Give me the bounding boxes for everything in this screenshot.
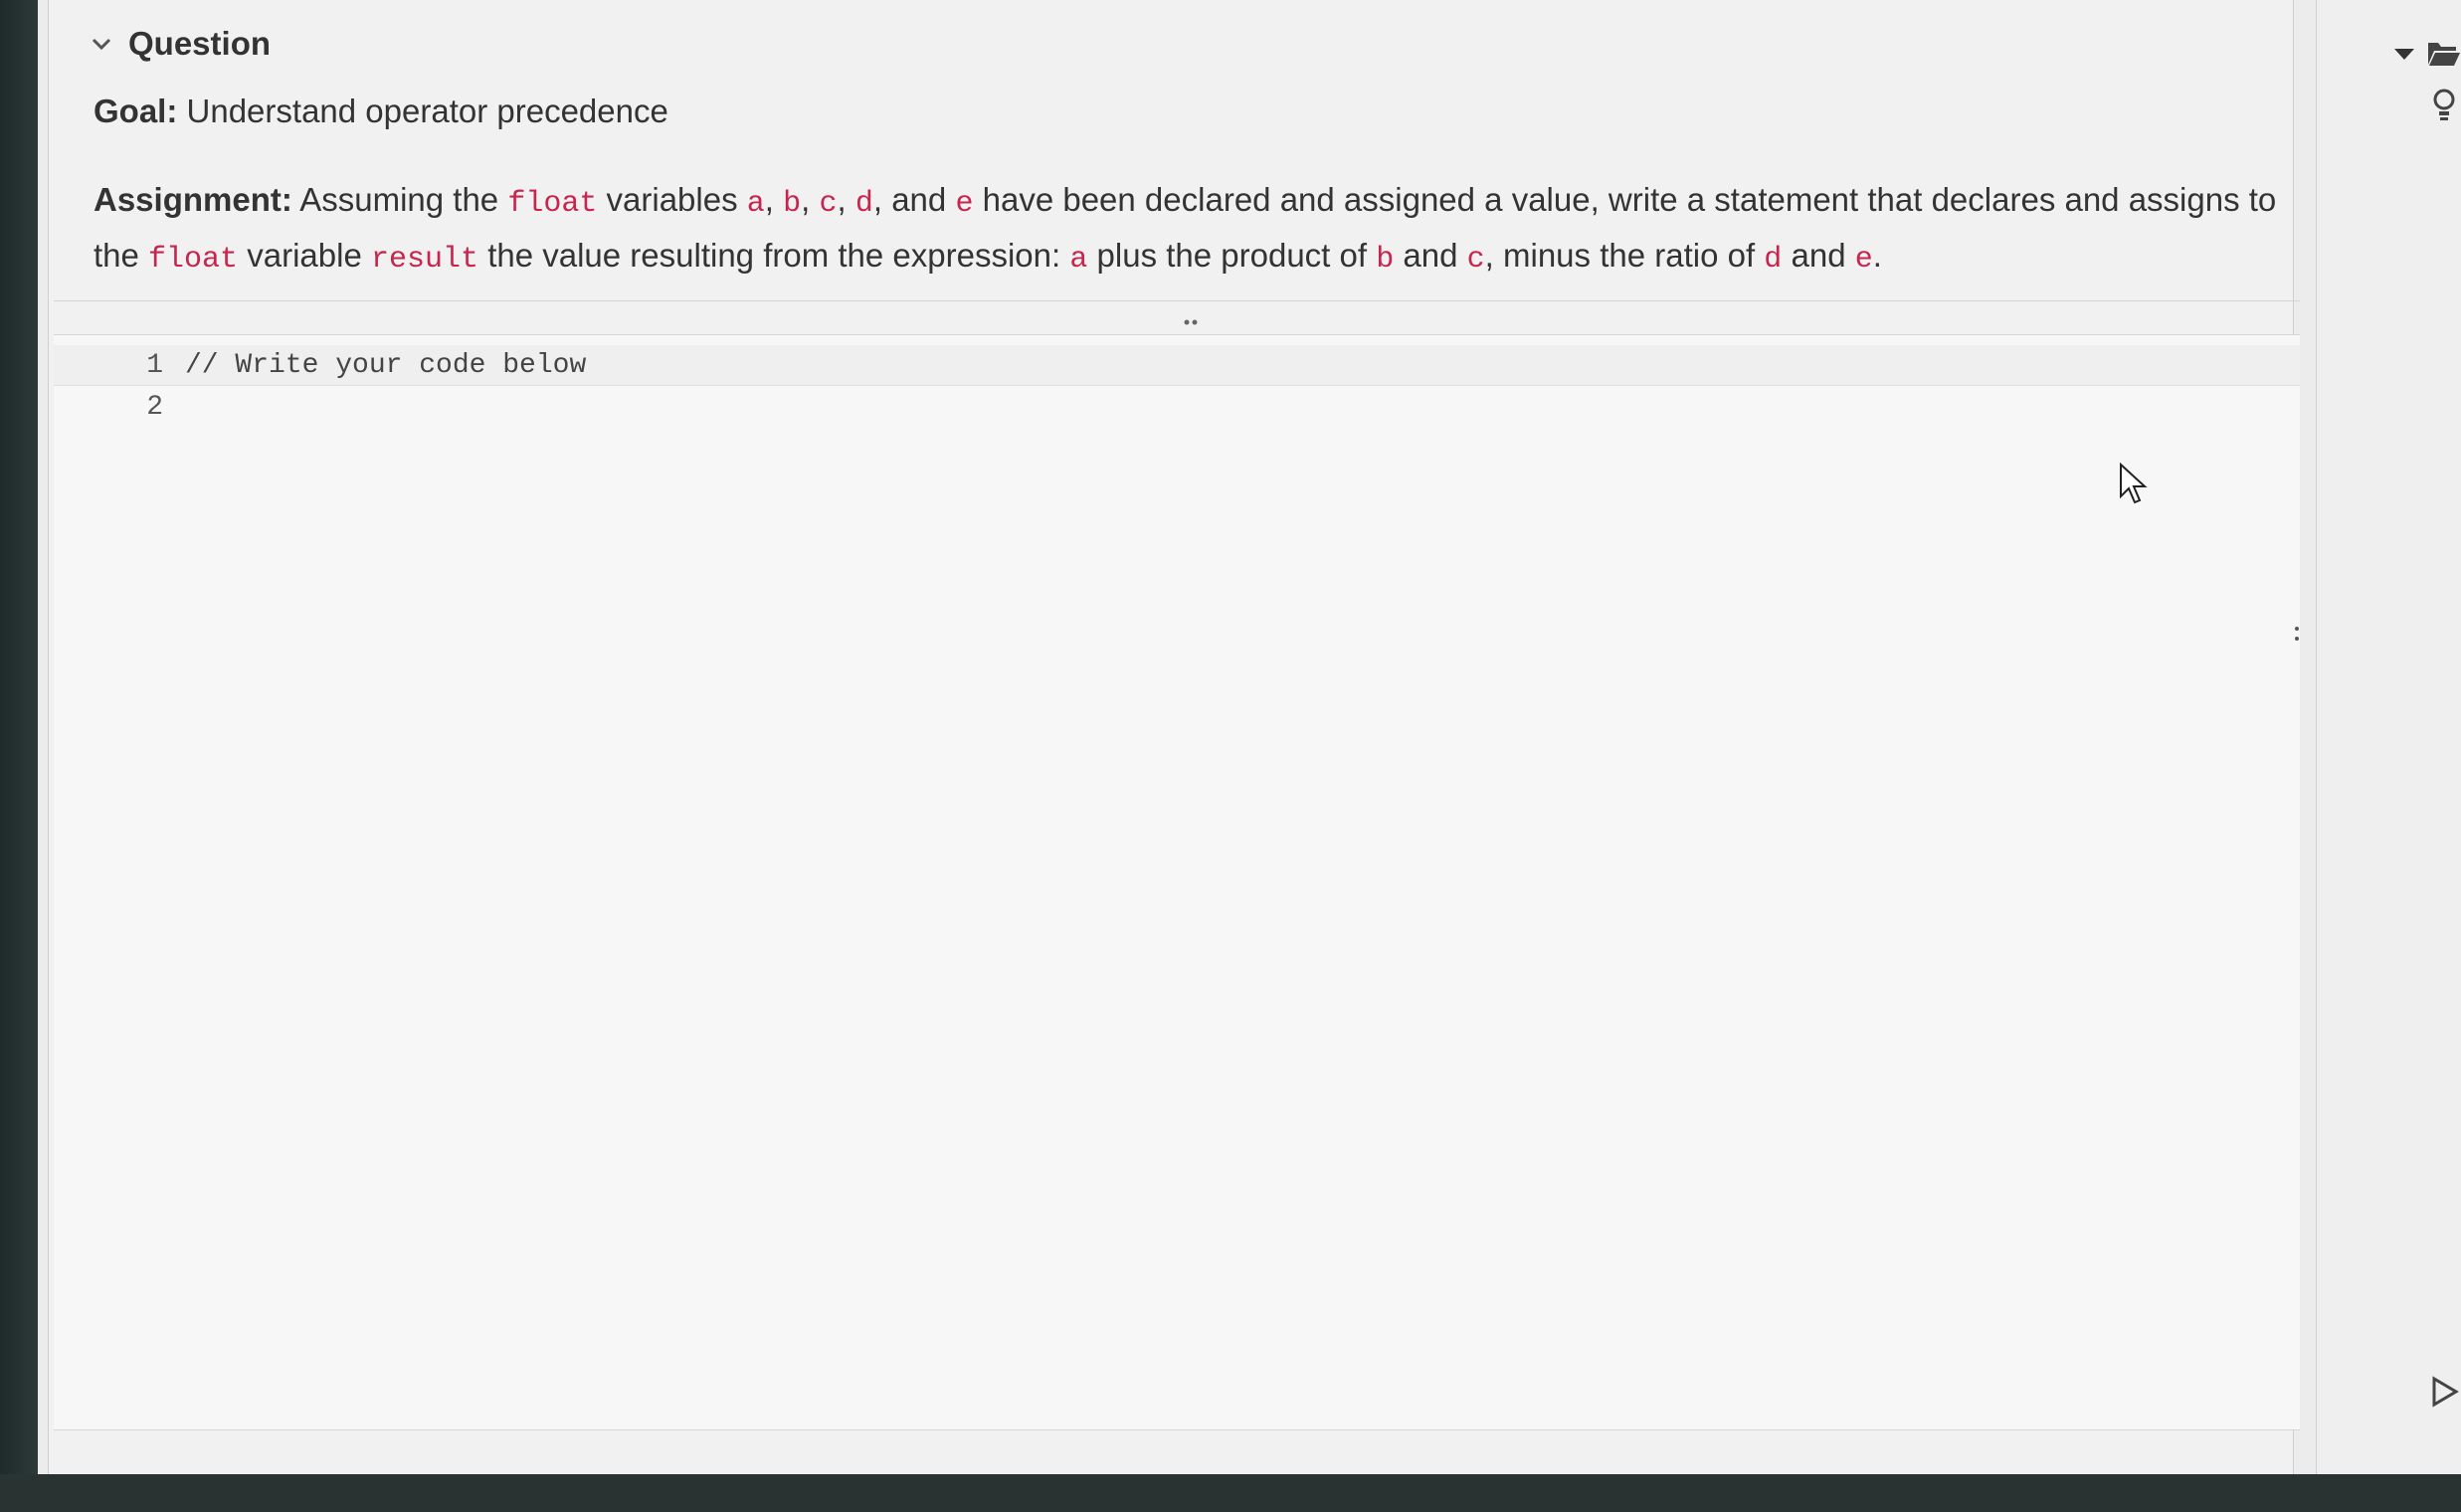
code-c: c [1466,243,1485,277]
goal-label: Goal: [94,93,178,129]
code-e: e [955,187,974,221]
code-a: a [1069,243,1088,277]
goal-line: Goal: Understand operator precedence [94,93,668,130]
code-float: float [507,187,598,221]
goal-text: Understand operator precedence [186,93,668,129]
folder-open-icon[interactable] [2426,38,2461,68]
assignment-text-6: the value resulting from the expression: [487,237,1061,274]
question-title: Question [128,25,272,62]
resize-handle-icon[interactable] [1178,316,1204,328]
code-d: d [854,187,873,221]
monitor-bezel-left [0,0,38,1512]
code-float: float [148,243,239,277]
code-c: c [819,187,838,221]
code-e: e [1854,243,1873,277]
comma: , [837,181,847,218]
code-b: b [1376,243,1395,277]
lightbulb-icon[interactable] [2430,88,2458,123]
comma: , [764,181,774,218]
assignment-text-5: variable [247,237,362,274]
assignment-text-2: variables [606,181,738,218]
caret-down-icon[interactable] [2392,46,2416,62]
run-triangle-icon[interactable] [2428,1375,2460,1409]
monitor-bezel-bottom [0,1474,2461,1512]
code-result: result [370,243,479,277]
section-divider [54,300,2300,301]
assignment-text-1: Assuming the [299,181,499,218]
line-code[interactable]: // Write your code below [185,350,586,381]
mouse-cursor-icon [2120,463,2148,504]
comma: , [801,181,811,218]
code-editor[interactable]: 1 // Write your code below 2 [54,334,2300,1430]
question-header[interactable]: Question [89,22,271,66]
assignment-text-8: and [1403,237,1458,274]
assignment-label: Assignment: [94,181,292,218]
assignment-text-9: , minus the ratio of [1484,237,1756,274]
screen: Question Goal: Understand operator prece… [38,0,2461,1474]
period: . [1872,237,1882,274]
line-number: 1 [146,349,163,381]
line-number: 2 [146,391,163,423]
assignment-text-7: plus the product of [1096,237,1368,274]
chevron-down-icon[interactable] [89,31,114,57]
code-d: d [1764,243,1783,277]
assignment-text-10: and [1791,237,1846,274]
editor-line[interactable]: 1 // Write your code below [54,345,586,385]
side-toolbar [2316,0,2461,1474]
editor-line[interactable]: 2 [54,387,185,427]
code-b: b [783,187,802,221]
assignment-text-3: , and [872,181,947,218]
more-options-icon[interactable] [2294,623,2300,647]
assignment-text: Assignment: Assuming the float variables… [94,174,2302,285]
code-a: a [746,187,765,221]
